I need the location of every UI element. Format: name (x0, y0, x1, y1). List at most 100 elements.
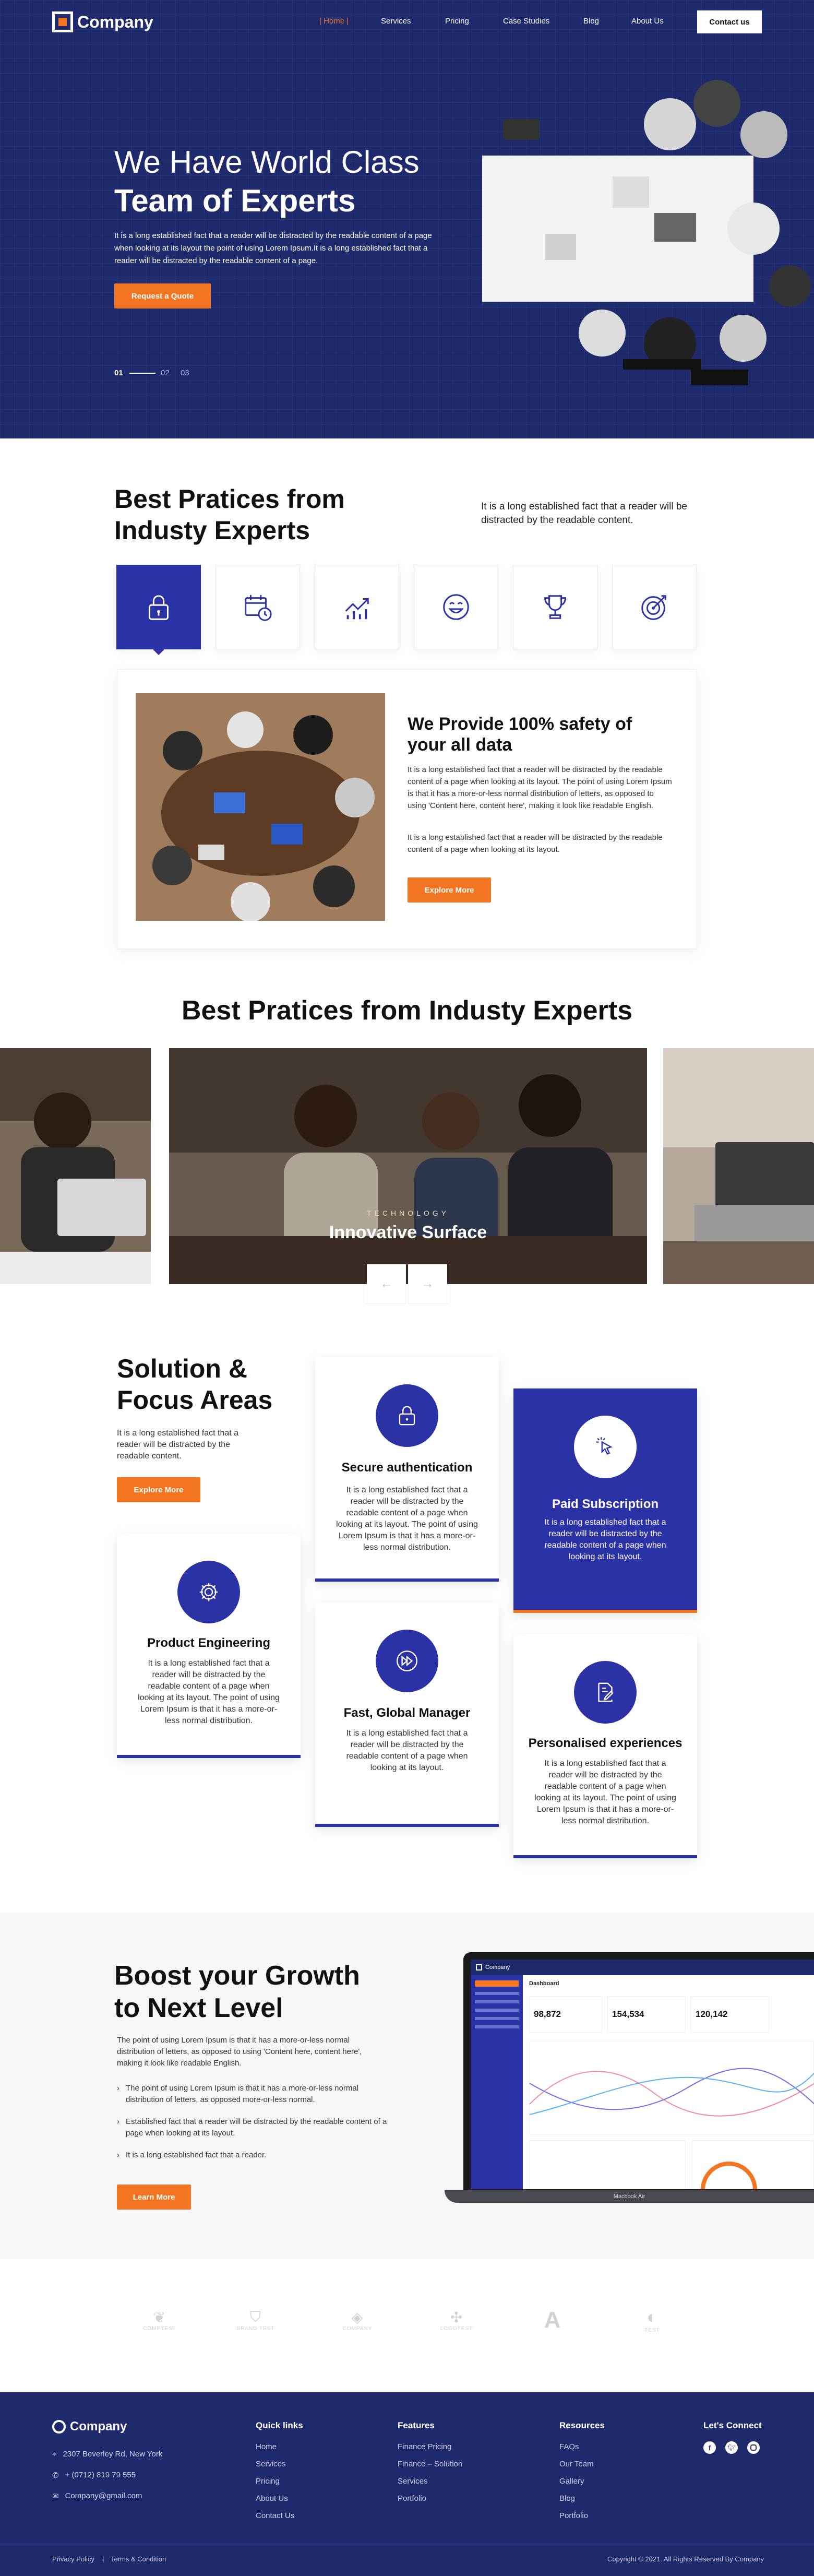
client-logo-5: A (544, 2307, 561, 2333)
fast-forward-icon (397, 1651, 417, 1671)
slide-indicator-1[interactable]: 01 (114, 369, 155, 377)
explore-more-button[interactable]: Explore More (408, 877, 491, 903)
safety-card: We Provide 100% safety of your all data … (117, 669, 697, 949)
learn-more-button[interactable]: Learn More (117, 2185, 191, 2210)
mail-icon: ✉ (52, 2492, 59, 2501)
carousel-next-button[interactable]: → (408, 1264, 447, 1304)
laptop-screen: Company Dashboard 98,872 154,534 120,142 (471, 1960, 814, 2189)
dashboard-stat-1: 98,872 (529, 1996, 602, 2033)
feature-box-goal[interactable] (612, 565, 697, 649)
phone-icon: ✆ (52, 2471, 59, 2480)
slide-indicator-3[interactable]: 03 (181, 369, 189, 377)
laptop-mockup: Company Dashboard 98,872 154,534 120,142 (445, 1952, 814, 2213)
circle-logo-icon: ◐ (647, 2307, 658, 2327)
nav-pricing[interactable]: Pricing (445, 17, 469, 26)
chevron-right-icon: › (117, 2117, 119, 2126)
copyright: Copyright © 2021. All Rights Reserved By… (607, 2555, 764, 2563)
meeting-photo (136, 693, 385, 921)
card-text: It is a long established fact that a rea… (336, 1486, 478, 1552)
dashboard-logo-icon (476, 1964, 482, 1970)
brand-name: Company (77, 12, 153, 31)
footer-link-services[interactable]: Services (398, 2477, 462, 2486)
footer-phone[interactable]: ✆ + (0712) 819 79 555 (52, 2471, 136, 2480)
facebook-icon[interactable]: f (703, 2441, 716, 2454)
nav-blog[interactable]: Blog (583, 17, 599, 26)
contact-button[interactable]: Contact us (697, 10, 762, 33)
footer-link-portfolio[interactable]: Portfolio (398, 2494, 462, 2503)
feature-box-satisfaction[interactable] (414, 565, 498, 649)
footer-link-faqs[interactable]: FAQs (559, 2442, 605, 2451)
card-text: It is a long established fact that a rea… (346, 1729, 468, 1772)
growth-intro: The point of using Lorem Ipsum is that i… (117, 2036, 362, 2068)
nav-services[interactable]: Services (381, 17, 411, 26)
nav-home[interactable]: | Home | (319, 17, 349, 26)
carousel-slide-left[interactable] (0, 1048, 151, 1284)
growth-section: Boost your Growth to Next Level The poin… (0, 1913, 814, 2259)
footer-separator: | (102, 2555, 104, 2563)
footer-quick-links: Quick links Home Services Pricing About … (256, 2420, 303, 2528)
footer-link-finance-pricing[interactable]: Finance Pricing (398, 2442, 462, 2451)
solutions-explore-button[interactable]: Explore More (117, 1477, 200, 1502)
client-logo-4: ✣ LOGOTEST (440, 2309, 473, 2332)
card-product-engineering[interactable]: Product Engineering It is a long establi… (117, 1534, 301, 1758)
client-logo-3: ◈ COMPANY (342, 2309, 373, 2332)
instagram-icon[interactable] (747, 2441, 760, 2454)
footer-features: Features Finance Pricing Finance – Solut… (398, 2420, 462, 2511)
card-title: Fast, Global Manager (343, 1706, 471, 1720)
leaf-logo-icon: ❦ (153, 2309, 166, 2325)
footer-link-pricing[interactable]: Pricing (256, 2477, 303, 2486)
footer-col-title: Resources (559, 2420, 605, 2430)
footer-link-team[interactable]: Our Team (559, 2460, 605, 2468)
card-text: It is a long established fact that a rea… (544, 1518, 666, 1561)
growth-bullet-3: › It is a long established fact that a re… (117, 2150, 393, 2161)
diamond-logo-icon: ◈ (351, 2309, 364, 2325)
footer-link-gallery[interactable]: Gallery (559, 2477, 605, 2486)
footer-link-blog[interactable]: Blog (559, 2494, 605, 2503)
client-logo-6: ◐ TEST (644, 2307, 660, 2333)
feature-box-award[interactable] (513, 565, 597, 649)
footer-email[interactable]: ✉ Company@gmail.com (52, 2491, 142, 2501)
terms-link[interactable]: Terms & Condition (111, 2555, 166, 2563)
card-secure-authentication[interactable]: Secure authentication It is a long estab… (315, 1357, 499, 1582)
card-title: Personalised experiences (528, 1736, 683, 1750)
footer-col-title: Quick links (256, 2420, 303, 2430)
card-personalised-experiences[interactable]: Personalised experiences It is a long es… (513, 1634, 697, 1858)
cursor-click-icon (596, 1437, 613, 1455)
footer-resources: Resources FAQs Our Team Gallery Blog Por… (559, 2420, 605, 2528)
lock-icon (149, 595, 169, 620)
safety-card-paragraph-1: It is a long established fact that a rea… (408, 765, 672, 810)
twitter-icon[interactable]: 🐦︎ (725, 2441, 738, 2454)
footer-logo-icon (52, 2420, 66, 2433)
footer-link-portfolio[interactable]: Portfolio (559, 2511, 605, 2520)
footer-link-services[interactable]: Services (256, 2460, 303, 2468)
footer-link-about[interactable]: About Us (256, 2494, 303, 2503)
card-paid-subscription[interactable]: Paid Subscription It is a long establish… (513, 1388, 697, 1613)
request-quote-button[interactable]: Request a Quote (114, 283, 211, 308)
brand-logo[interactable]: Company (52, 11, 153, 32)
card-text: It is a long established fact that a rea… (534, 1759, 676, 1825)
carousel-prev-button[interactable]: ← (367, 1264, 406, 1304)
footer: Company ⌖ 2307 Beverley Rd, New York ✆ + (… (0, 2392, 814, 2576)
card-fast-global-manager[interactable]: Fast, Global Manager It is a long establ… (315, 1602, 499, 1827)
lock-icon (399, 1406, 415, 1426)
chevron-right-icon: › (117, 2151, 119, 2159)
footer-brand[interactable]: Company (52, 2419, 127, 2434)
slide-indicator-2[interactable]: 02 (161, 369, 170, 377)
shield-logo-icon: ⛉ (249, 2309, 261, 2325)
feature-box-growth[interactable] (315, 565, 399, 649)
dashboard-gauge (692, 2140, 814, 2189)
privacy-policy-link[interactable]: Privacy Policy (52, 2555, 94, 2563)
gear-icon (199, 1583, 218, 1601)
document-edit-icon (598, 1682, 614, 1702)
feature-box-schedule[interactable] (216, 565, 300, 649)
nav-about-us[interactable]: About Us (631, 17, 664, 26)
carousel-slide-active[interactable]: TECHNOLOGY Innovative Surface (169, 1048, 647, 1284)
client-logo-2: ⛉ BRAND TEST (236, 2309, 275, 2332)
footer-link-contact[interactable]: Contact Us (256, 2511, 303, 2520)
carousel-slide-right[interactable] (663, 1048, 814, 1284)
nav-case-studies[interactable]: Case Studies (503, 17, 549, 26)
calendar-clock-icon (245, 595, 272, 621)
footer-link-finance-solution[interactable]: Finance – Solution (398, 2460, 462, 2468)
footer-link-home[interactable]: Home (256, 2442, 303, 2451)
feature-box-security[interactable] (116, 565, 201, 649)
